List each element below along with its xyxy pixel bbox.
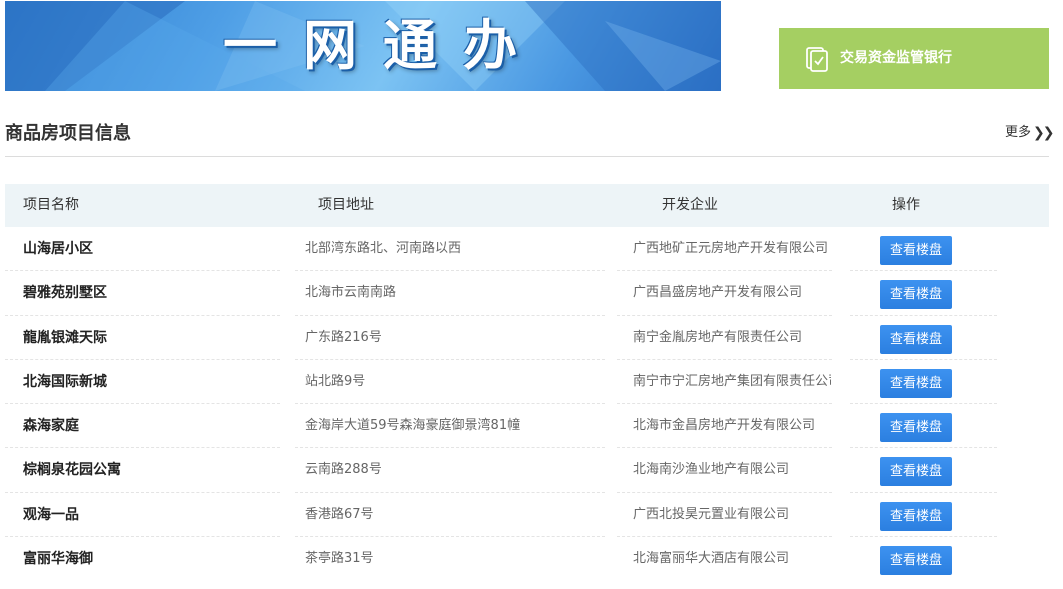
transaction-fund-bank-button[interactable]: 交易资金监管银行 <box>779 28 1049 89</box>
project-name: 龍胤银滩天际 <box>23 329 107 346</box>
project-developer: 北海南沙渔业地产有限公司 <box>633 462 790 478</box>
column-header-project-address: 项目地址 <box>318 197 374 213</box>
project-name: 棕榈泉花园公寓 <box>23 462 121 479</box>
project-name: 富丽华海御 <box>23 551 93 568</box>
project-table-body: 山海居小区 北部湾东路北、河南路以西 广西地矿正元房地产开发有限公司 查看楼盘 … <box>5 227 1049 581</box>
view-project-button[interactable]: 查看楼盘 <box>880 236 952 265</box>
more-link[interactable]: 更多 ❯❯ <box>1005 123 1055 143</box>
column-header-project-name: 项目名称 <box>23 197 79 213</box>
view-project-button[interactable]: 查看楼盘 <box>880 324 952 354</box>
project-name: 山海居小区 <box>23 241 93 257</box>
project-developer: 北海富丽华大酒店有限公司 <box>633 551 790 567</box>
table-row: 观海一品 香港路67号 广西北投昊元置业有限公司 查看楼盘 <box>5 493 1049 538</box>
section-title: 商品房项目信息 <box>5 123 131 144</box>
banner-title: 一网通办 <box>223 14 543 77</box>
column-header-action: 操作 <box>892 197 920 213</box>
project-developer: 南宁金胤房地产有限责任公司 <box>633 329 803 345</box>
table-row: 龍胤银滩天际 广东路216号 南宁金胤房地产有限责任公司 查看楼盘 <box>5 316 1049 360</box>
column-header-developer: 开发企业 <box>662 197 718 213</box>
table-header: 项目名称 项目地址 开发企业 操作 <box>5 184 1049 227</box>
banner: 一网通办 <box>5 1 721 91</box>
project-developer: 北海市金昌房地产开发有限公司 <box>633 418 816 434</box>
view-project-button[interactable]: 查看楼盘 <box>880 280 952 310</box>
table-row: 森海家庭 金海岸大道59号森海豪庭御景湾81幢 北海市金昌房地产开发有限公司 查… <box>5 404 1049 449</box>
project-address: 站北路9号 <box>305 373 366 389</box>
view-project-button[interactable]: 查看楼盘 <box>880 546 952 576</box>
project-developer: 南宁市宁汇房地产集团有限责任公司 <box>633 373 831 389</box>
table-row: 碧雅苑别墅区 北海市云南南路 广西昌盛房地产开发有限公司 查看楼盘 <box>5 271 1049 316</box>
project-name: 森海家庭 <box>23 418 79 435</box>
project-address: 北部湾东路北、河南路以西 <box>305 241 462 256</box>
table-row: 富丽华海御 茶亭路31号 北海富丽华大酒店有限公司 查看楼盘 <box>5 537 1049 581</box>
view-project-button[interactable]: 查看楼盘 <box>880 457 952 487</box>
project-address: 广东路216号 <box>305 329 382 345</box>
view-project-button[interactable]: 查看楼盘 <box>880 501 952 531</box>
project-name: 碧雅苑别墅区 <box>23 285 107 302</box>
view-project-button[interactable]: 查看楼盘 <box>880 413 952 443</box>
document-check-icon <box>806 47 828 72</box>
project-developer: 广西昌盛房地产开发有限公司 <box>633 285 803 301</box>
table-row: 山海居小区 北部湾东路北、河南路以西 广西地矿正元房地产开发有限公司 查看楼盘 <box>5 227 1049 272</box>
project-developer: 广西北投昊元置业有限公司 <box>633 506 790 522</box>
project-address: 北海市云南南路 <box>305 285 397 301</box>
project-name: 北海国际新城 <box>23 373 107 390</box>
more-link-label: 更多 <box>1005 125 1032 140</box>
project-name: 观海一品 <box>23 506 79 523</box>
double-chevron-right-icon: ❯❯ <box>1033 125 1055 141</box>
project-address: 茶亭路31号 <box>305 551 374 567</box>
project-address: 香港路67号 <box>305 506 374 522</box>
table-row: 北海国际新城 站北路9号 南宁市宁汇房地产集团有限责任公司 查看楼盘 <box>5 360 1049 405</box>
view-project-button[interactable]: 查看楼盘 <box>880 368 952 398</box>
project-address: 金海岸大道59号森海豪庭御景湾81幢 <box>305 418 521 434</box>
table-row: 棕榈泉花园公寓 云南路288号 北海南沙渔业地产有限公司 查看楼盘 <box>5 448 1049 493</box>
bank-button-label: 交易资金监管银行 <box>840 50 952 66</box>
section-divider <box>5 156 1049 157</box>
project-address: 云南路288号 <box>305 462 382 478</box>
project-developer: 广西地矿正元房地产开发有限公司 <box>633 241 829 256</box>
